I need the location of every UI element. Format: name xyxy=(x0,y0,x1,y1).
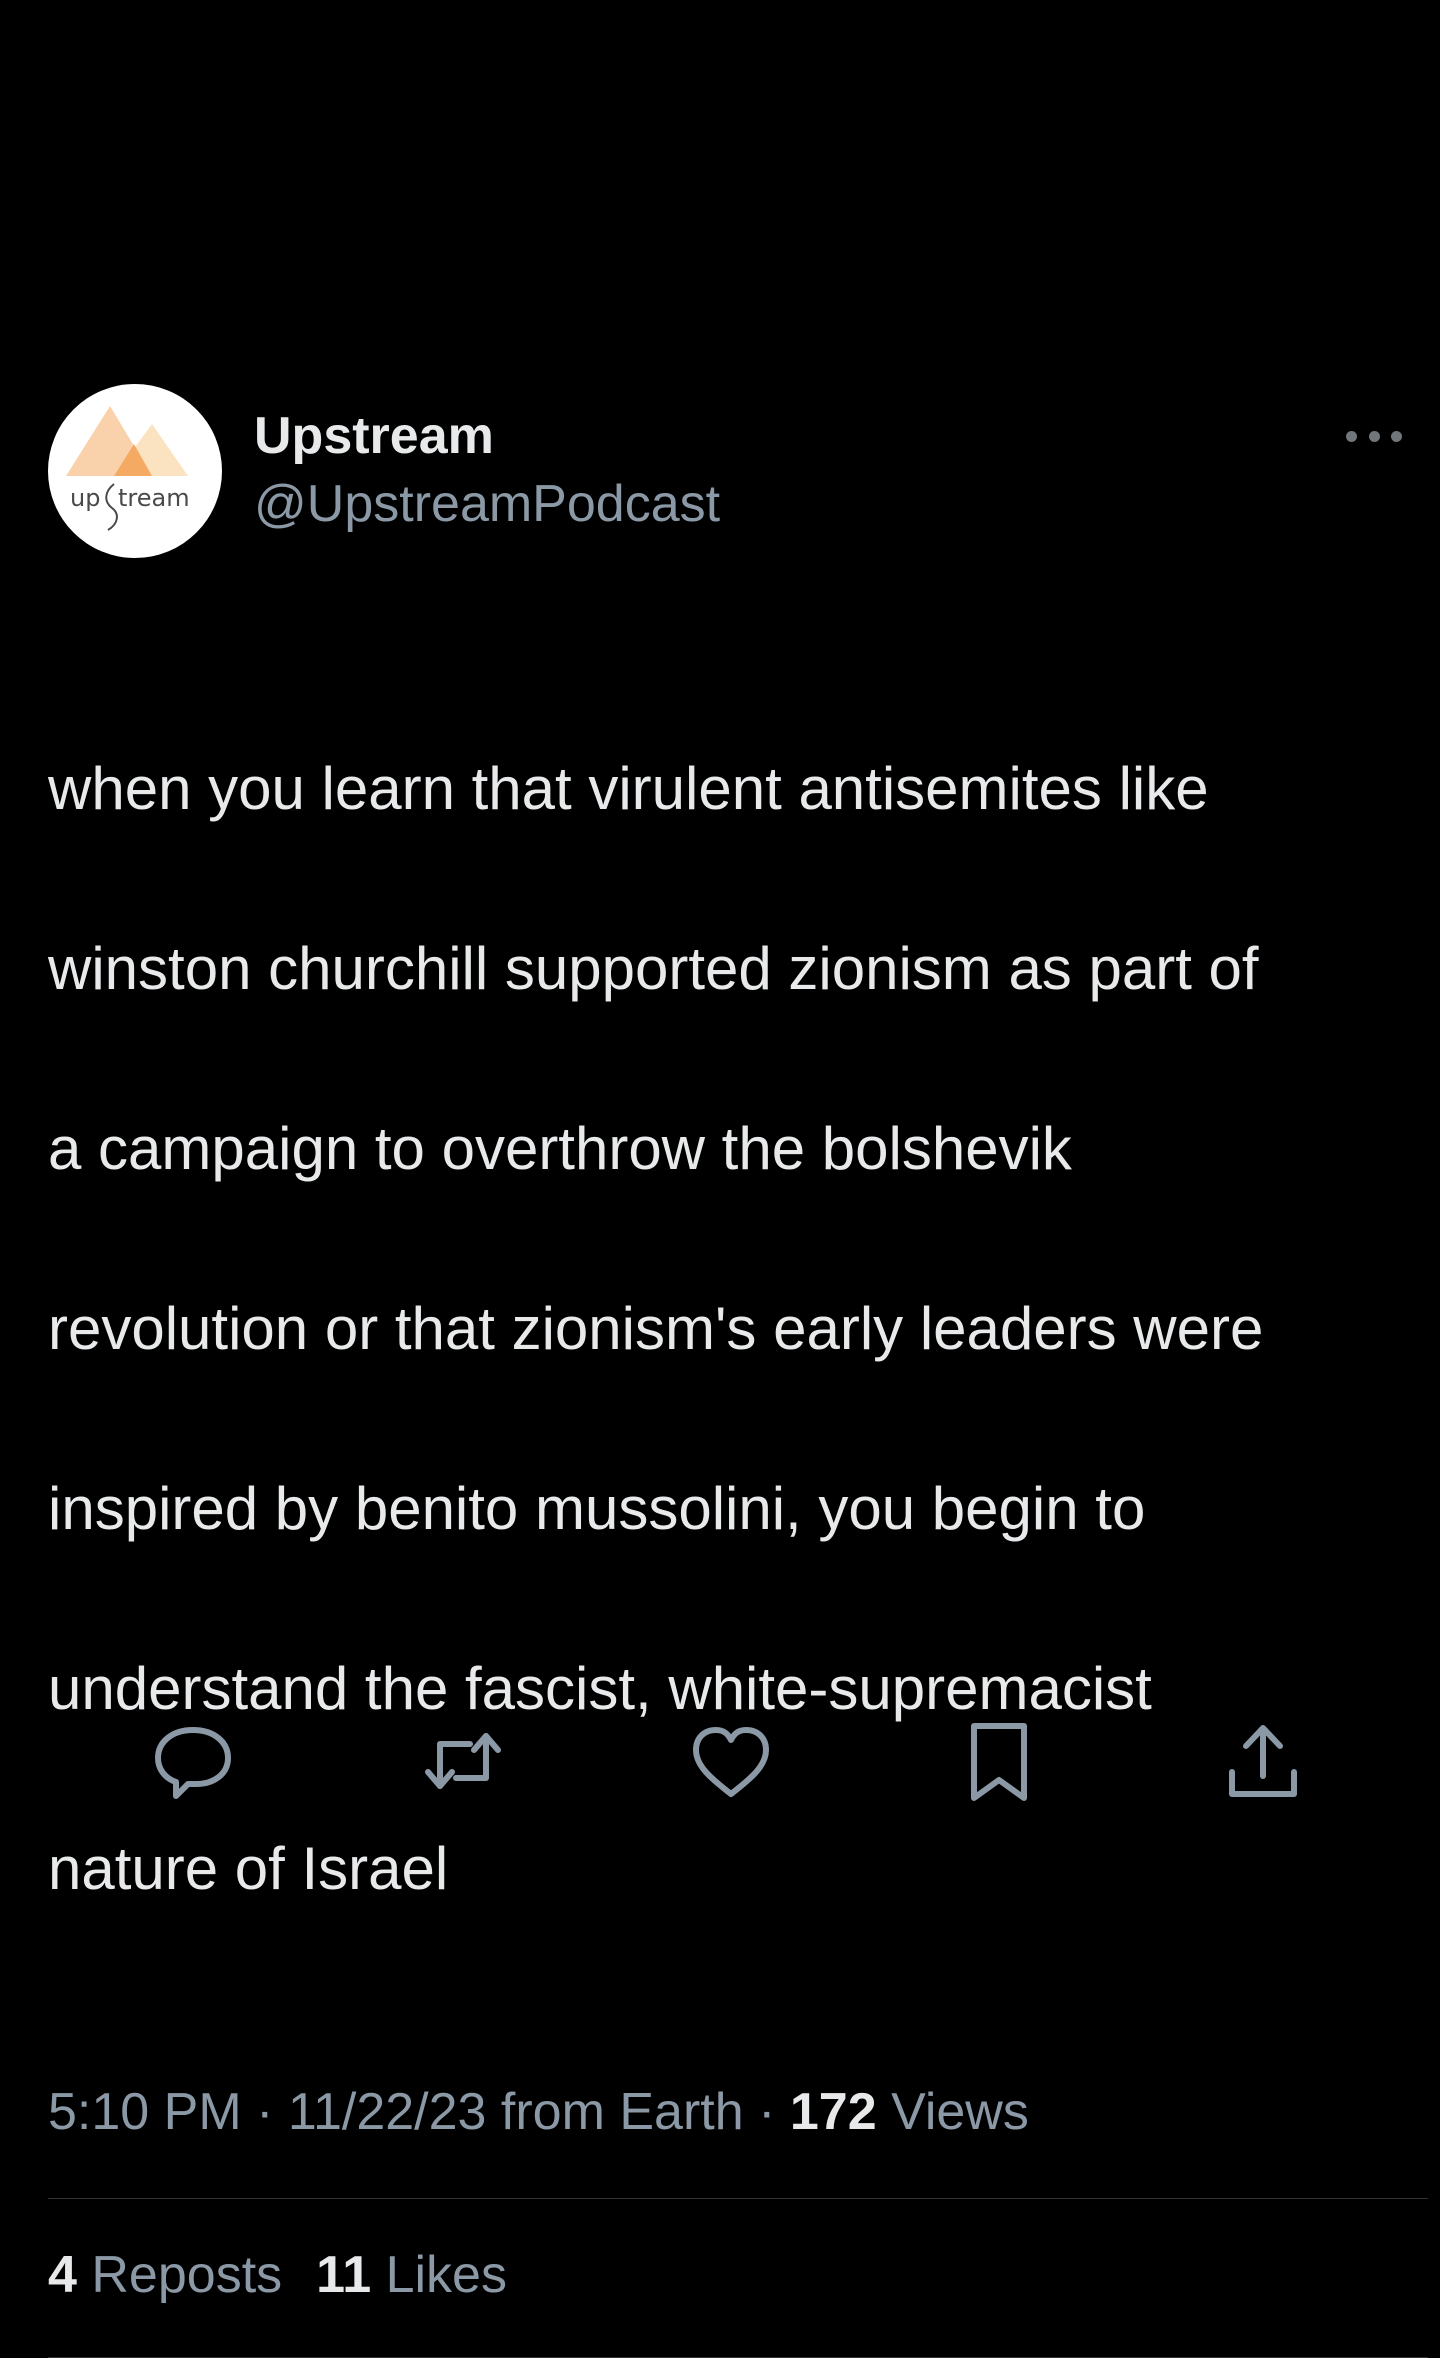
likes-label: Likes xyxy=(385,2246,507,2304)
tweet-header: up tream Upstream @UpstreamPodcast xyxy=(48,384,1428,564)
more-dot xyxy=(1346,430,1357,442)
display-name[interactable]: Upstream xyxy=(254,406,720,466)
likes-stat[interactable]: 11 Likes xyxy=(316,2243,507,2307)
divider xyxy=(48,2198,1428,2199)
tweet-text-line: nature of Israel xyxy=(48,1835,449,1902)
more-dot xyxy=(1391,430,1402,442)
tweet-source: from Earth xyxy=(500,2083,744,2141)
tweet-text-line: winston churchill supported zionism as p… xyxy=(48,935,1259,1002)
avatar[interactable]: up tream xyxy=(48,384,222,558)
tweet: up tream Upstream @UpstreamPodcast when … xyxy=(48,384,1428,2358)
tweet-date[interactable]: 11/22/23 xyxy=(288,2083,487,2141)
reposts-count: 4 xyxy=(48,2246,77,2304)
views-count: 172 xyxy=(789,2083,877,2141)
tweet-text-line: a campaign to overthrow the bolshevik xyxy=(48,1115,1072,1182)
meta-separator: · xyxy=(256,2083,274,2141)
likes-count: 11 xyxy=(316,2246,372,2304)
svg-text:up: up xyxy=(70,484,100,512)
meta-separator: · xyxy=(758,2083,776,2141)
repost-icon[interactable] xyxy=(418,1716,508,1806)
tweet-meta: 5:10 PM · 11/22/23 from Earth · 172 View… xyxy=(48,2080,1428,2144)
share-icon[interactable] xyxy=(1218,1716,1308,1806)
reposts-stat[interactable]: 4 Reposts xyxy=(48,2243,282,2307)
more-horizontal-icon[interactable] xyxy=(1346,426,1402,446)
tweet-time[interactable]: 5:10 PM xyxy=(48,2083,242,2141)
svg-text:tream: tream xyxy=(118,484,190,512)
more-dot xyxy=(1368,430,1380,442)
views-label: Views xyxy=(891,2083,1029,2141)
reply-icon[interactable] xyxy=(148,1716,238,1806)
handle[interactable]: @UpstreamPodcast xyxy=(254,472,720,536)
tweet-text-line: inspired by benito mussolini, you begin … xyxy=(48,1475,1146,1542)
bookmark-icon[interactable] xyxy=(954,1716,1044,1806)
tweet-author: Upstream @UpstreamPodcast xyxy=(254,406,720,536)
tweet-text-line: revolution or that zionism's early leade… xyxy=(48,1295,1264,1362)
tweet-stats: 4 Reposts 11 Likes xyxy=(48,2243,1428,2307)
reposts-label: Reposts xyxy=(91,2246,283,2304)
tweet-actions xyxy=(48,1716,1392,1801)
upstream-logo: up tream xyxy=(66,406,190,531)
like-icon[interactable] xyxy=(686,1716,776,1806)
tweet-text-line: when you learn that virulent antisemites… xyxy=(48,755,1209,822)
